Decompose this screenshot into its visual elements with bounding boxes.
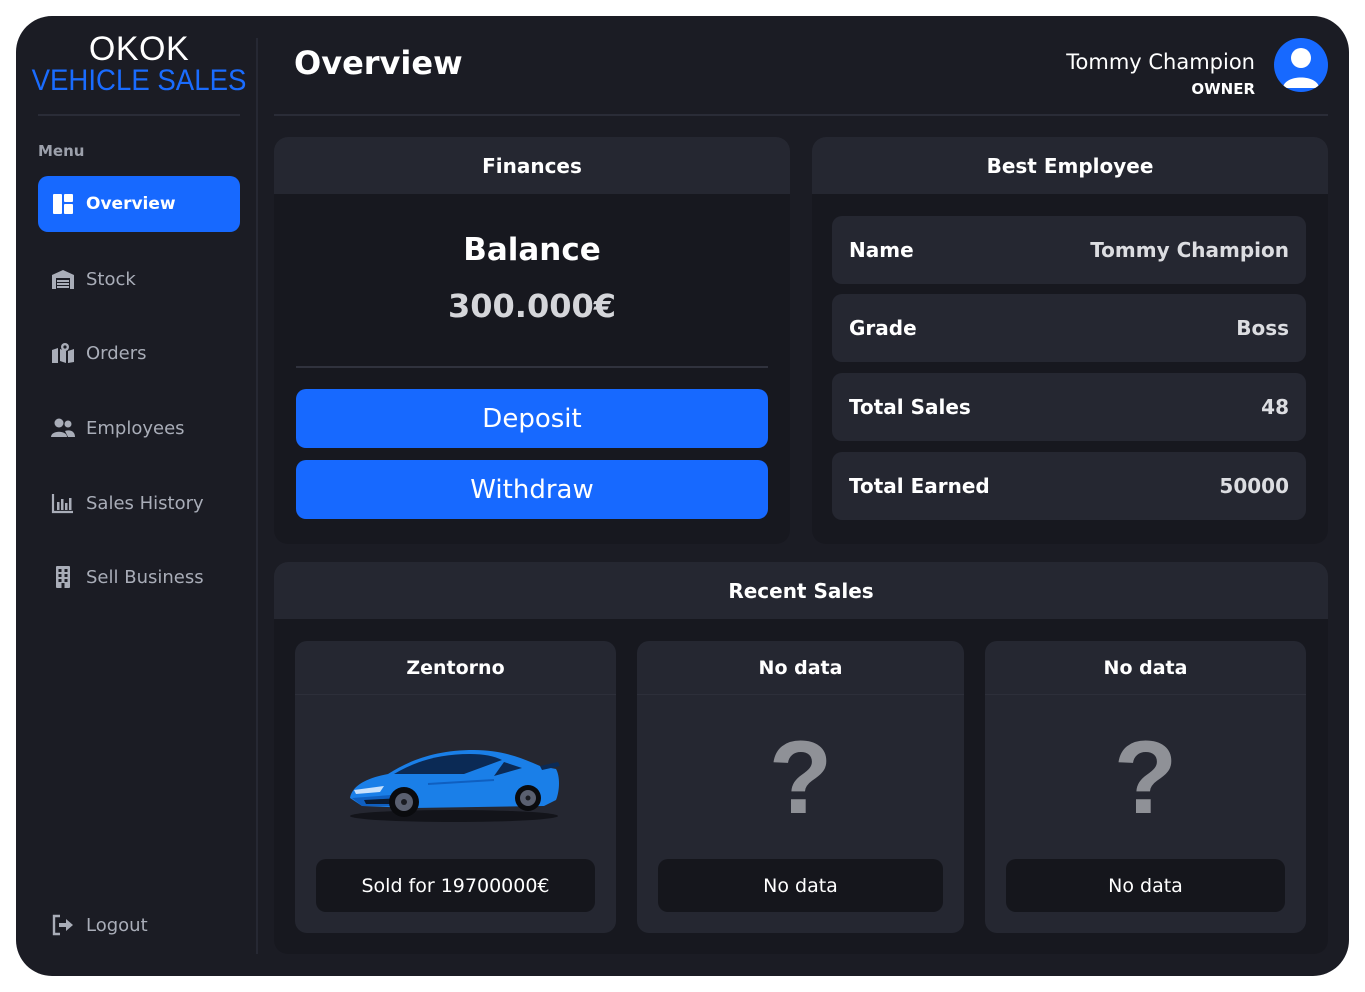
dashboard-icon bbox=[50, 193, 76, 215]
building-icon bbox=[50, 566, 76, 588]
brand-line-1: OKOK bbox=[88, 30, 190, 68]
sidebar-divider bbox=[256, 38, 258, 954]
divider bbox=[296, 366, 768, 368]
brand-line-2: VEHICLE SALES bbox=[31, 64, 247, 97]
sale-title: No data bbox=[637, 641, 964, 695]
row-label: Grade bbox=[849, 316, 917, 340]
user-name: Tommy Champion bbox=[1066, 50, 1255, 74]
employee-row-total-earned: Total Earned 50000 bbox=[832, 452, 1306, 520]
menu-label: Menu bbox=[38, 142, 85, 160]
sale-card[interactable]: Zentorno Sold for 19700000€ bbox=[295, 641, 616, 933]
app-window: OKOK VEHICLE SALES Menu Overview Stock O… bbox=[16, 16, 1349, 976]
sidebar-item-label: Employees bbox=[86, 417, 185, 439]
sale-footer: Sold for 19700000€ bbox=[316, 859, 595, 912]
row-label: Name bbox=[849, 238, 914, 262]
logout-button[interactable]: Logout bbox=[38, 897, 240, 953]
bar-chart-icon bbox=[50, 492, 76, 514]
row-value: Boss bbox=[1236, 316, 1289, 340]
finances-card: Finances Balance 300.000€ Deposit Withdr… bbox=[274, 137, 790, 544]
balance-value: 300.000€ bbox=[447, 287, 616, 325]
withdraw-button[interactable]: Withdraw bbox=[296, 460, 768, 519]
row-label: Total Sales bbox=[849, 395, 971, 419]
sidebar-item-overview[interactable]: Overview bbox=[38, 176, 240, 232]
map-location-icon bbox=[50, 342, 76, 364]
sidebar-item-sales-history[interactable]: Sales History bbox=[38, 475, 240, 531]
employee-row-grade: Grade Boss bbox=[832, 294, 1306, 362]
row-value: 50000 bbox=[1219, 474, 1289, 498]
finances-title: Finances bbox=[274, 137, 790, 194]
sidebar-item-sell-business[interactable]: Sell Business bbox=[38, 549, 240, 605]
recent-sales-title: Recent Sales bbox=[274, 562, 1328, 619]
employee-row-name: Name Tommy Champion bbox=[832, 216, 1306, 284]
row-value: 48 bbox=[1261, 395, 1289, 419]
best-employee-card: Best Employee Name Tommy Champion Grade … bbox=[812, 137, 1328, 544]
recent-sales-card: Recent Sales Zentorno Sold for 19700000€… bbox=[274, 562, 1328, 954]
brand-logo: OKOK VEHICLE SALES bbox=[16, 30, 262, 97]
sale-footer: No data bbox=[658, 859, 943, 912]
sidebar-item-employees[interactable]: Employees bbox=[38, 400, 240, 456]
blue-sports-car bbox=[349, 750, 560, 822]
balance-label: Balance bbox=[463, 232, 601, 268]
sidebar: OKOK VEHICLE SALES Menu Overview Stock O… bbox=[16, 16, 257, 976]
deposit-button[interactable]: Deposit bbox=[296, 389, 768, 448]
sale-title: No data bbox=[985, 641, 1306, 695]
header-divider bbox=[274, 114, 1328, 116]
logout-icon bbox=[50, 914, 76, 936]
sidebar-item-label: Orders bbox=[86, 342, 147, 364]
user-avatar-icon[interactable] bbox=[1274, 38, 1328, 92]
best-employee-title: Best Employee bbox=[812, 137, 1328, 194]
row-value: Tommy Champion bbox=[1090, 238, 1289, 262]
users-icon bbox=[50, 417, 76, 439]
sale-card[interactable]: No data ? No data bbox=[985, 641, 1306, 933]
question-mark-icon: ? bbox=[768, 720, 833, 836]
sidebar-item-label: Sales History bbox=[86, 492, 204, 514]
page-title: Overview bbox=[294, 44, 463, 82]
sidebar-item-stock[interactable]: Stock bbox=[38, 251, 240, 307]
sale-footer: No data bbox=[1006, 859, 1285, 912]
question-mark-icon: ? bbox=[1113, 720, 1178, 836]
logout-label: Logout bbox=[86, 914, 148, 936]
sale-card[interactable]: No data ? No data bbox=[637, 641, 964, 933]
sale-title: Zentorno bbox=[295, 641, 616, 695]
user-role: OWNER bbox=[1191, 80, 1255, 98]
sidebar-item-label: Stock bbox=[86, 268, 136, 290]
employee-row-total-sales: Total Sales 48 bbox=[832, 373, 1306, 441]
divider bbox=[38, 114, 240, 116]
sidebar-item-orders[interactable]: Orders bbox=[38, 325, 240, 381]
row-label: Total Earned bbox=[849, 474, 990, 498]
sidebar-item-label: Sell Business bbox=[86, 566, 204, 588]
sidebar-item-label: Overview bbox=[86, 194, 176, 214]
warehouse-icon bbox=[50, 268, 76, 290]
